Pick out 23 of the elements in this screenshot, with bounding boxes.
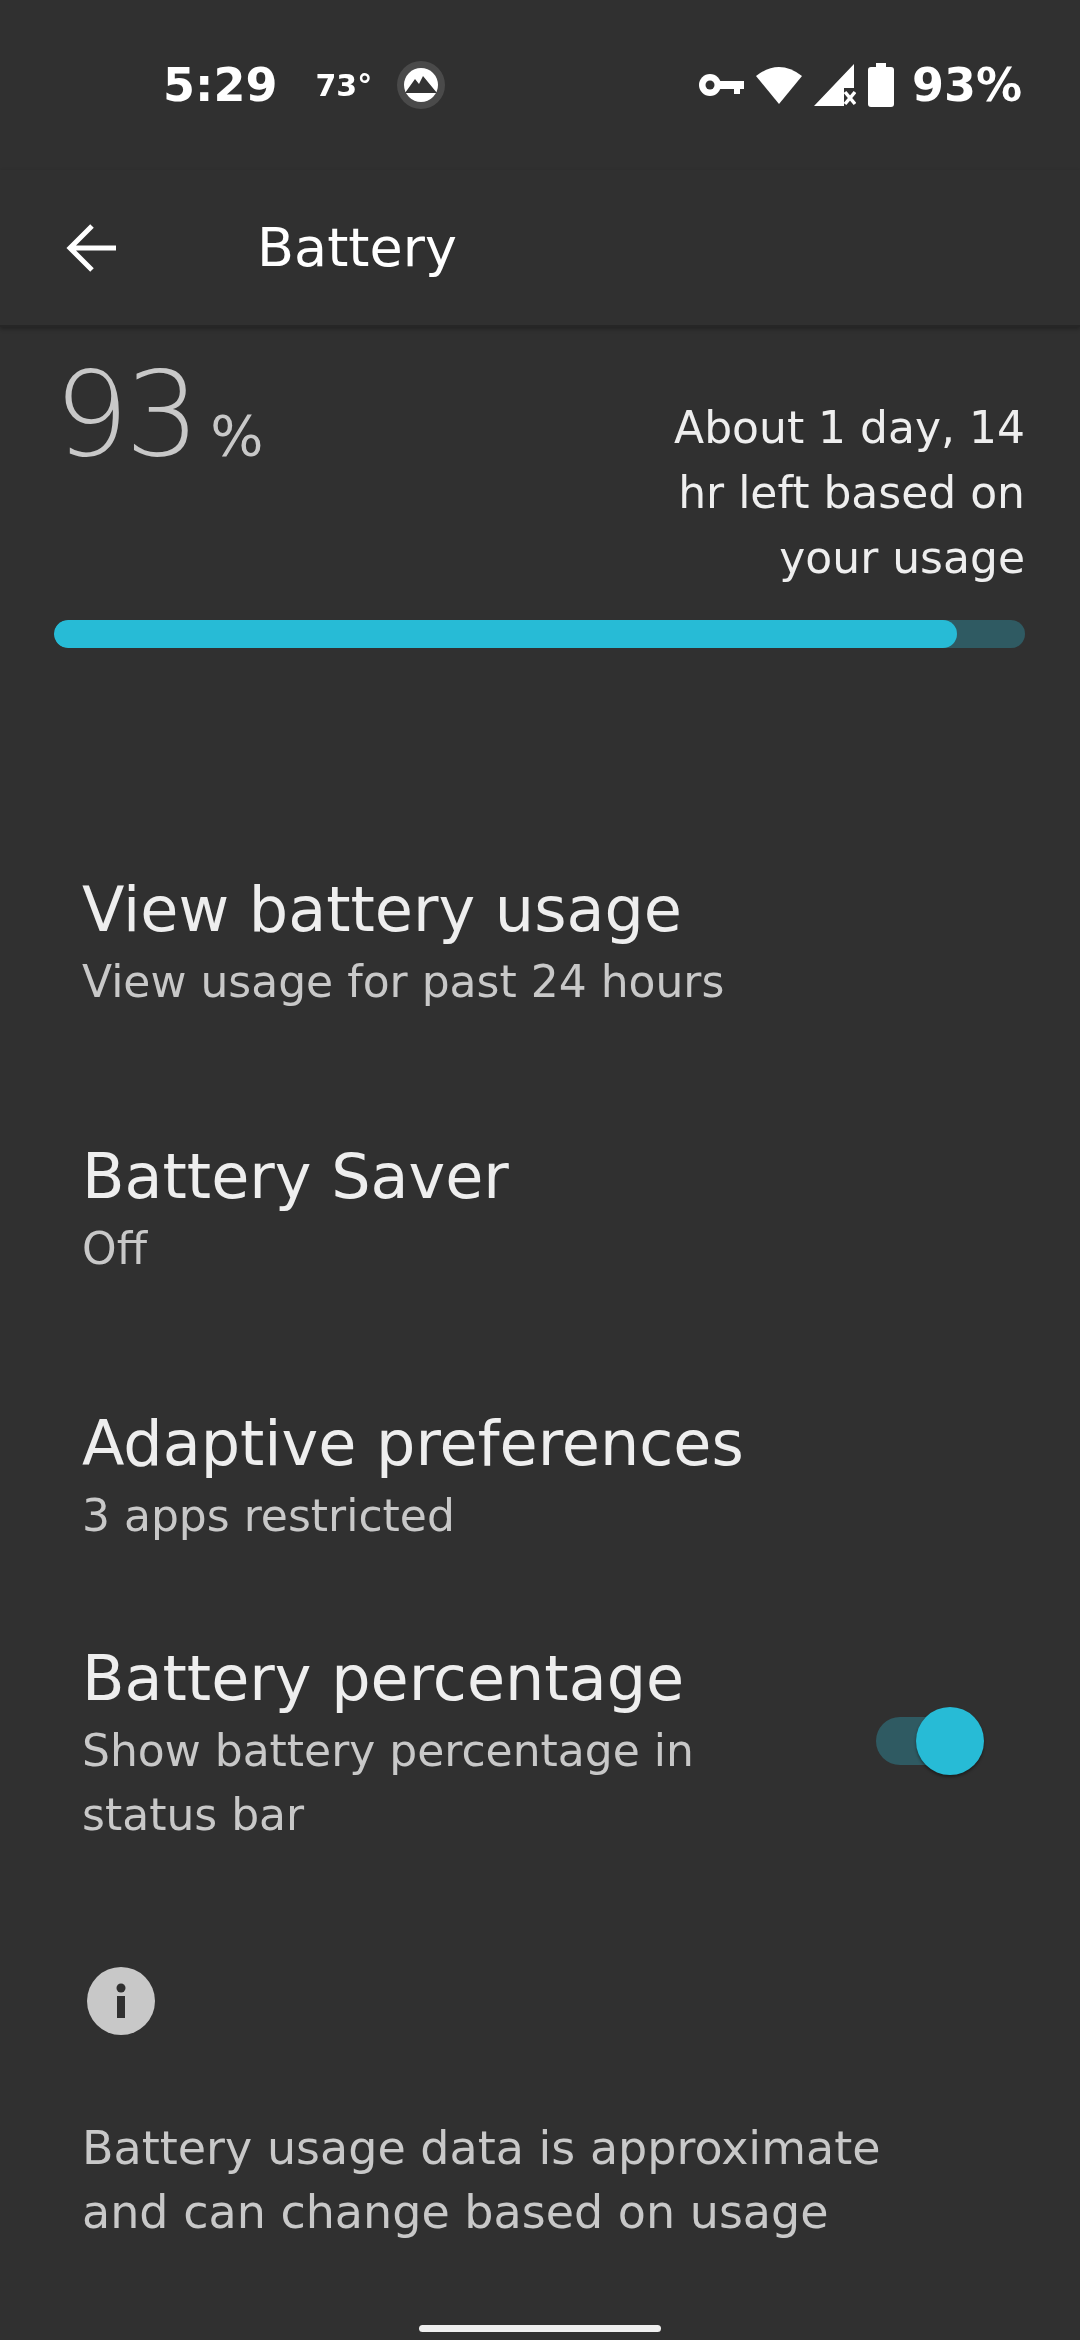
mountain-icon: [396, 60, 447, 110]
wifi-icon: [755, 66, 802, 104]
setting-title[interactable]: View battery usage: [82, 869, 998, 950]
setting-title[interactable]: Battery Saver: [82, 1136, 998, 1217]
setting-title[interactable]: Adaptive preferences: [82, 1403, 998, 1484]
key-icon: [697, 72, 744, 98]
temperature: 73°: [315, 67, 373, 103]
setting-summary: 3 apps restricted: [82, 1488, 456, 1543]
screen-title: Battery: [257, 216, 457, 279]
clock: 5:29: [163, 58, 278, 112]
info-icon: [86, 1966, 156, 2036]
percent-sign: %: [210, 403, 264, 468]
setting-summary: View usage for past 24 hours: [82, 954, 726, 1009]
setting-summary: Show battery percentage in status bar: [82, 1723, 695, 1842]
gesture-handle[interactable]: [419, 2325, 661, 2332]
battery-percentage: 93%: [911, 58, 1022, 112]
signal-off-icon: [813, 64, 856, 106]
battery-icon: [867, 63, 894, 107]
footer-note: Battery usage data is approximate and can change based on usage: [82, 2120, 882, 2241]
time-remaining: About 1 day, 14 hr left based on your usage: [673, 401, 1025, 585]
battery-level-number: 93: [54, 345, 197, 483]
setting-title[interactable]: Battery percentage: [82, 1638, 876, 1719]
setting-summary: Off: [82, 1221, 149, 1276]
